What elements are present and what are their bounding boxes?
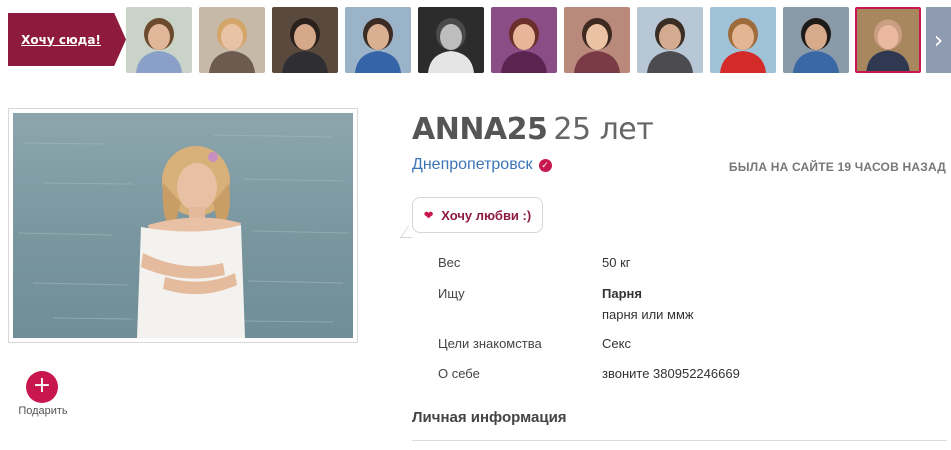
thumb-photo[interactable]	[491, 7, 557, 73]
profile-city-link[interactable]: Днепропетровск ✓	[412, 156, 552, 174]
status-bubble[interactable]: ❤ Хочу любви :)	[412, 197, 544, 233]
detail-label: Вес	[438, 255, 461, 270]
profile-name: ANNA25	[412, 112, 548, 147]
city-name: Днепропетровск	[412, 156, 533, 173]
detail-label: Цели знакомства	[438, 336, 542, 351]
check-badge-icon: ✓	[538, 159, 552, 172]
heart-icon: ❤	[424, 209, 434, 222]
top-photo-strip: Хочу сюда! ›	[0, 0, 951, 80]
main-profile-photo[interactable]	[8, 108, 358, 343]
detail-value: звоните 380952246669	[602, 366, 740, 381]
last-seen-status: БЫЛА НА САЙТЕ 19 ЧАСОВ НАЗАД	[728, 160, 946, 174]
thumb-image	[857, 9, 919, 71]
profile-title: ANNA25 25 лет	[412, 112, 654, 147]
detail-subvalue: парня или ммж	[602, 307, 694, 322]
thumb-photo[interactable]	[272, 7, 338, 73]
detail-label: О себе	[438, 366, 480, 381]
thumb-photo[interactable]	[418, 7, 484, 73]
thumb-photo[interactable]	[126, 7, 192, 73]
thumb-photo[interactable]	[637, 7, 703, 73]
gift-button[interactable]: +	[26, 371, 58, 403]
thumb-image	[491, 7, 557, 73]
status-text: Хочу любви :)	[441, 207, 532, 223]
thumb-photo[interactable]	[783, 7, 849, 73]
thumb-image	[564, 7, 630, 73]
profile-age: 25 лет	[553, 112, 654, 147]
detail-value: Секс	[602, 336, 631, 351]
want-here-button[interactable]: Хочу сюда!	[8, 13, 126, 66]
section-personal-info: Личная информация	[412, 409, 567, 426]
thumb-image	[783, 7, 849, 73]
thumb-image	[272, 7, 338, 73]
thumb-photo[interactable]	[199, 7, 265, 73]
detail-value: 50 кг	[602, 255, 631, 270]
thumb-image	[418, 7, 484, 73]
plus-icon: +	[32, 373, 52, 398]
divider	[412, 440, 947, 441]
thumb-image	[637, 7, 703, 73]
thumb-photo[interactable]	[345, 7, 411, 73]
detail-value: Парня	[602, 286, 642, 301]
next-photos-button[interactable]: ›	[926, 7, 951, 73]
detail-label: Ищу	[438, 286, 465, 301]
gift-label: Подарить	[18, 405, 68, 417]
thumb-photo[interactable]	[564, 7, 630, 73]
profile-photo-image	[13, 113, 353, 338]
thumb-image	[710, 7, 776, 73]
thumb-image	[199, 7, 265, 73]
thumb-image	[126, 7, 192, 73]
thumb-photo-active[interactable]	[855, 7, 921, 73]
thumb-image	[345, 7, 411, 73]
chevron-right-icon: ›	[933, 26, 944, 54]
thumb-photo[interactable]	[710, 7, 776, 73]
